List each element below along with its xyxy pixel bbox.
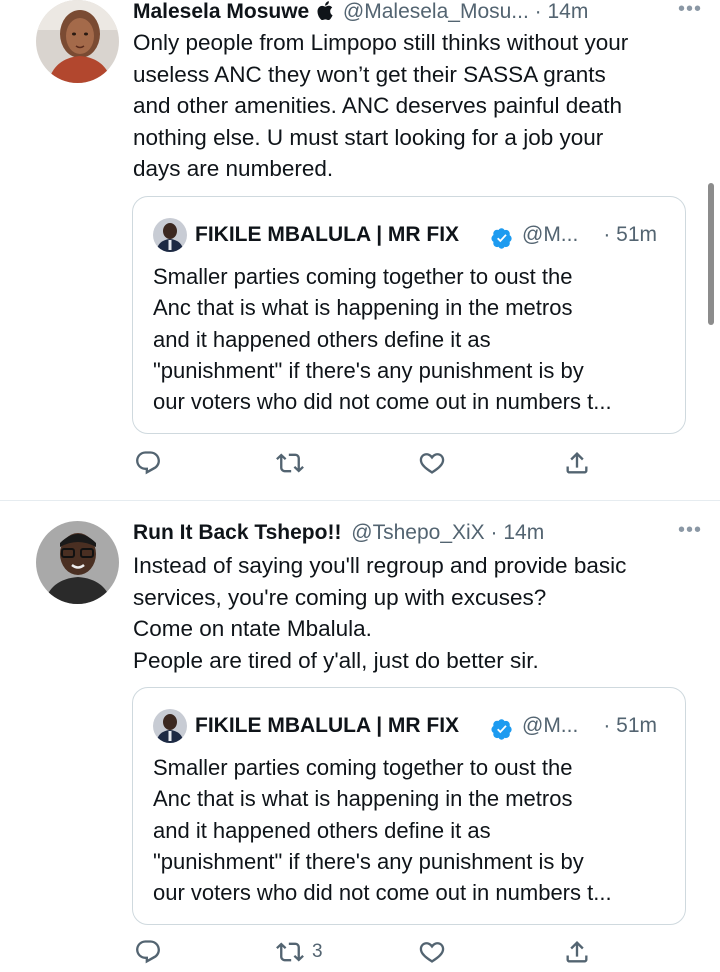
quoted-line: Anc that is what is happening in the met… <box>153 786 573 812</box>
tweet-line: and other amenities. ANC deserves painfu… <box>133 93 623 118</box>
tweet-header: Run It Back Tshepo!! @Tshepo_XiX · 14m <box>133 519 720 547</box>
author-handle[interactable]: @Tshepo_XiX <box>351 521 484 544</box>
tweet-line: People are tired of y'all, just do bette… <box>133 647 539 673</box>
tweet-line: Only people from Limpopo still thinks wi… <box>133 30 629 55</box>
retweet-button[interactable] <box>276 446 312 480</box>
quoted-author-name: FIKILE MBALULA | MR FIX <box>195 714 460 737</box>
quoted-line: Smaller parties coming together to oust … <box>153 264 573 289</box>
quoted-line: and it happened others define it as <box>153 326 491 352</box>
quoted-tweet[interactable]: FIKILE MBALULA | MR FIX @M... · 51m Smal… <box>132 687 686 925</box>
timestamp[interactable]: · 14m <box>535 0 589 23</box>
tweet-header: Malesela Mosuwe @Malesela_Mosu... · 14m <box>133 0 720 26</box>
quoted-line: and it happened others define it as <box>153 817 491 843</box>
avatar[interactable] <box>36 521 119 604</box>
quoted-avatar <box>153 709 187 743</box>
share-button[interactable] <box>563 446 591 480</box>
tweet-line: days are numbered. <box>133 156 334 181</box>
quoted-line: "punishment" if there's any punishment i… <box>153 357 584 383</box>
tweet[interactable]: Malesela Mosuwe @Malesela_Mosu... · 14m … <box>0 0 720 500</box>
tweet-actions <box>0 446 720 480</box>
quoted-author-handle: @M... <box>522 714 579 737</box>
tweet-line: Come on ntate Mbalula. <box>133 616 372 641</box>
scrollbar[interactable] <box>708 183 714 325</box>
quoted-line: our voters who did not come out in numbe… <box>153 389 612 415</box>
tweet-line: services, you're coming up with excuses? <box>133 584 547 610</box>
like-icon <box>419 453 445 474</box>
quoted-timestamp: · 51m <box>603 223 657 246</box>
quoted-avatar <box>153 218 187 252</box>
quoted-tweet-header: FIKILE MBALULA | MR FIX @M... · 51m <box>153 708 685 744</box>
more-options-icon[interactable]: ••• <box>678 0 702 21</box>
share-button[interactable] <box>563 935 591 969</box>
author-name[interactable]: Run It Back Tshepo!! <box>133 521 341 544</box>
tweet-text: Only people from Limpopo still thinks wi… <box>133 27 693 185</box>
quoted-author-name: FIKILE MBALULA | MR FIX <box>195 223 460 246</box>
verified-icon <box>491 716 513 740</box>
reply-button[interactable] <box>134 446 162 480</box>
apple-icon <box>317 0 333 28</box>
retweet-count: 3 <box>312 941 323 962</box>
quoted-tweet[interactable]: FIKILE MBALULA | MR FIX @M... · 51m Smal… <box>132 196 686 434</box>
tweet-text: Instead of saying you'll regroup and pro… <box>133 550 693 676</box>
reply-icon <box>136 451 160 475</box>
like-button[interactable] <box>418 935 446 969</box>
like-button[interactable] <box>418 446 446 480</box>
share-icon <box>566 452 588 474</box>
author-name[interactable]: Malesela Mosuwe <box>133 0 309 23</box>
tweet[interactable]: Run It Back Tshepo!! @Tshepo_XiX · 14m •… <box>0 501 720 972</box>
quoted-author-handle: @M... <box>522 223 579 246</box>
quoted-line: Anc that is what is happening in the met… <box>153 295 573 321</box>
more-options-icon[interactable]: ••• <box>678 519 702 542</box>
quoted-timestamp: · 51m <box>603 714 657 737</box>
tweet-line: Instead of saying you'll regroup and pro… <box>133 553 627 578</box>
tweet-actions: 3 <box>0 935 720 969</box>
retweet-icon <box>276 942 304 962</box>
verified-icon <box>491 225 513 249</box>
like-icon <box>419 942 445 963</box>
quoted-line: our voters who did not come out in numbe… <box>153 880 612 906</box>
timestamp[interactable]: · 14m <box>491 521 545 544</box>
retweet-icon <box>276 453 304 473</box>
quoted-tweet-text: Smaller parties coming together to oust … <box>153 752 673 908</box>
reply-icon <box>136 940 160 964</box>
avatar[interactable] <box>36 0 119 83</box>
share-icon <box>566 941 588 963</box>
tweet-line: useless ANC they won’t get their SASSA g… <box>133 61 606 87</box>
tweet-line: nothing else. U must start looking for a… <box>133 124 604 150</box>
quoted-tweet-header: FIKILE MBALULA | MR FIX @M... · 51m <box>153 217 685 253</box>
quoted-line: Smaller parties coming together to oust … <box>153 755 573 780</box>
retweet-button[interactable]: 3 <box>276 935 323 969</box>
quoted-tweet-text: Smaller parties coming together to oust … <box>153 261 673 417</box>
quoted-line: "punishment" if there's any punishment i… <box>153 848 584 874</box>
author-handle[interactable]: @Malesela_Mosu... <box>343 0 529 23</box>
reply-button[interactable] <box>134 935 162 969</box>
